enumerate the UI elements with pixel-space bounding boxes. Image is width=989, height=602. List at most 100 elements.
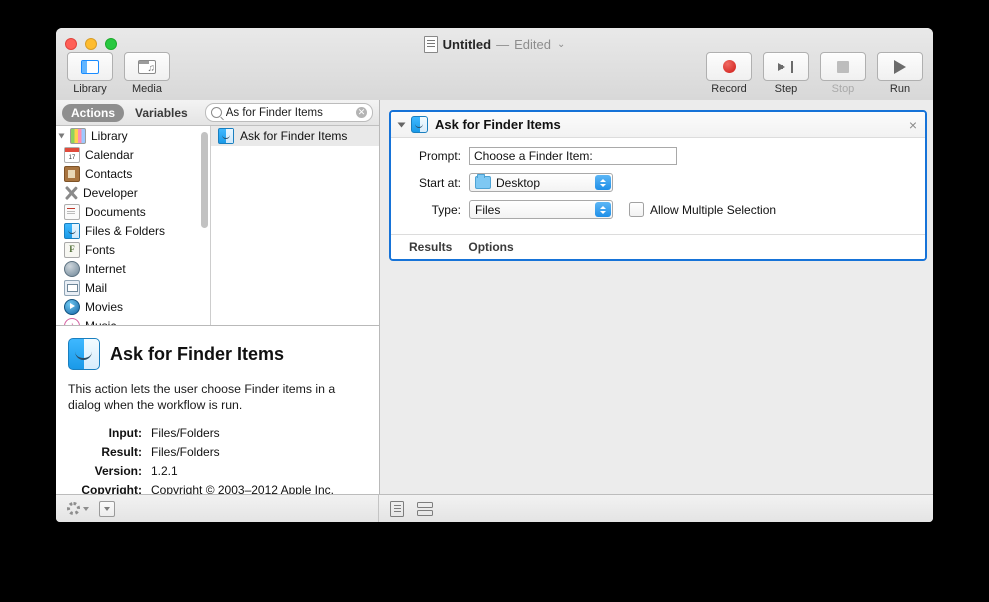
start-at-field-row: Start at: Desktop: [403, 173, 913, 192]
stop-square-icon: [837, 60, 849, 73]
allow-multiple-selection-checkbox[interactable]: [629, 202, 644, 217]
allow-multiple-selection-label: Allow Multiple Selection: [650, 202, 777, 217]
type-value: Files: [475, 202, 501, 217]
title-separator: —: [496, 36, 510, 52]
action-card-title: Ask for Finder Items: [435, 117, 561, 132]
sidebar-item-calendar[interactable]: Calendar: [56, 145, 210, 164]
library-icon: [70, 127, 86, 144]
tab-variables[interactable]: Variables: [126, 104, 197, 122]
library-button-label: Library: [73, 83, 107, 95]
action-card-header: Ask for Finder Items ×: [391, 112, 925, 138]
start-at-label: Start at:: [418, 175, 461, 190]
finder-icon: [64, 222, 80, 239]
sidebar-item-label: Music: [85, 319, 116, 326]
actions-result-list[interactable]: Ask for Finder Items: [210, 126, 379, 325]
document-icon: [423, 35, 438, 53]
library-root-row[interactable]: Library: [56, 126, 210, 145]
finder-icon: [218, 128, 234, 144]
step-button[interactable]: Step: [762, 52, 810, 95]
chevron-down-icon[interactable]: ⌄: [557, 39, 565, 50]
library-toolbar-button[interactable]: Library: [66, 52, 114, 95]
step-arrow-icon: [778, 60, 794, 73]
sidebar-item-label: Movies: [85, 299, 124, 314]
sidebar-item-developer[interactable]: Developer: [56, 183, 210, 202]
sidebar-item-contacts[interactable]: Contacts: [56, 164, 210, 183]
stepper-arrows-icon[interactable]: [595, 175, 611, 190]
fonts-icon: [64, 241, 80, 258]
gear-menu-button[interactable]: [67, 502, 89, 515]
info-header: Ask for Finder Items: [68, 338, 365, 370]
sidebar-item-label: Documents: [85, 204, 146, 219]
sidebar-item-files-and-folders[interactable]: Files & Folders: [56, 221, 210, 240]
workflow-action-card[interactable]: Ask for Finder Items × Prompt: Choose a …: [389, 110, 927, 261]
library-sidebar-icon: [81, 59, 99, 74]
sidebar-item-label: Fonts: [85, 242, 116, 257]
table-row: Version: 1.2.1: [70, 463, 334, 480]
sidebar-item-label: Files & Folders: [85, 223, 166, 238]
view-rows-icon[interactable]: [417, 501, 433, 517]
start-at-dropdown[interactable]: Desktop: [469, 173, 613, 192]
calendar-icon: [64, 146, 80, 163]
bottom-bar-right: [379, 500, 933, 517]
type-label: Type:: [431, 202, 461, 217]
media-button-label: Media: [132, 83, 162, 95]
prompt-label: Prompt:: [418, 149, 461, 163]
view-list-icon[interactable]: [390, 500, 404, 517]
sidebar-item-internet[interactable]: Internet: [56, 259, 210, 278]
internet-globe-icon: [64, 260, 80, 277]
search-input-value[interactable]: As for Finder Items: [226, 107, 352, 119]
record-button[interactable]: Record: [705, 52, 753, 95]
sidebar-item-music[interactable]: Music: [56, 316, 210, 325]
tab-actions[interactable]: Actions: [62, 103, 125, 122]
scrollbar-thumb[interactable]: [201, 132, 208, 228]
media-toolbar-button[interactable]: Media: [123, 52, 171, 95]
toolbar-left-group: Library Media: [66, 52, 171, 95]
type-field-row: Type: Files Allow Multiple Selection: [403, 200, 913, 219]
run-play-icon: [894, 59, 906, 74]
action-card-body: Prompt: Choose a Finder Item: Start at: …: [391, 138, 925, 234]
chevron-down-icon: [83, 506, 89, 511]
sidebar-item-mail[interactable]: Mail: [56, 278, 210, 297]
close-icon[interactable]: ×: [909, 118, 917, 132]
prompt-field-row: Prompt: Choose a Finder Item:: [403, 147, 913, 165]
sidebar-item-label: Mail: [85, 280, 108, 295]
disclosure-triangle-icon[interactable]: [58, 133, 65, 138]
results-toggle[interactable]: Results: [409, 240, 452, 254]
library-root-label: Library: [91, 128, 128, 143]
list-item[interactable]: Ask for Finder Items: [211, 126, 379, 146]
chevron-down-box-icon: [104, 506, 110, 511]
library-tabs-row: Actions Variables As for Finder Items ✕: [56, 100, 379, 126]
automator-window: Untitled — Edited ⌄ Library Media Record: [56, 28, 933, 522]
table-row: Input: Files/Folders: [70, 425, 334, 442]
run-button[interactable]: Run: [876, 52, 924, 95]
library-category-list[interactable]: Library Calendar Contacts Developer: [56, 126, 210, 325]
run-button-label: Run: [889, 83, 911, 95]
prompt-input[interactable]: Choose a Finder Item:: [469, 147, 677, 165]
step-button-label: Step: [774, 83, 798, 95]
title-bar: Untitled — Edited ⌄ Library Media Record: [56, 28, 933, 101]
library-scrollbar[interactable]: [201, 132, 208, 317]
chevron-down-box-button[interactable]: [99, 500, 115, 517]
workflow-canvas[interactable]: Ask for Finder Items × Prompt: Choose a …: [380, 100, 933, 495]
contacts-icon: [64, 165, 80, 182]
info-metadata-table: Input: Files/Folders Result: Files/Folde…: [68, 423, 336, 495]
start-at-value: Desktop: [496, 175, 541, 190]
sidebar-item-documents[interactable]: Documents: [56, 202, 210, 221]
clear-search-icon[interactable]: ✕: [356, 107, 367, 118]
bottom-bar: [56, 494, 933, 522]
sidebar-item-movies[interactable]: Movies: [56, 297, 210, 316]
sidebar-item-label: Developer: [83, 185, 138, 200]
sidebar-item-label: Calendar: [85, 147, 134, 162]
disclosure-triangle-icon[interactable]: [397, 122, 406, 127]
info-title: Ask for Finder Items: [110, 343, 285, 364]
sidebar-item-fonts[interactable]: Fonts: [56, 240, 210, 259]
type-dropdown[interactable]: Files: [469, 200, 613, 219]
music-note-icon: [64, 317, 80, 325]
window-body: Actions Variables As for Finder Items ✕ …: [56, 100, 933, 495]
edited-status: Edited: [514, 36, 551, 52]
mail-icon: [64, 279, 80, 296]
stepper-arrows-icon[interactable]: [595, 202, 611, 217]
search-field[interactable]: As for Finder Items ✕: [204, 103, 373, 122]
movies-icon: [64, 298, 80, 315]
options-toggle[interactable]: Options: [468, 240, 513, 254]
